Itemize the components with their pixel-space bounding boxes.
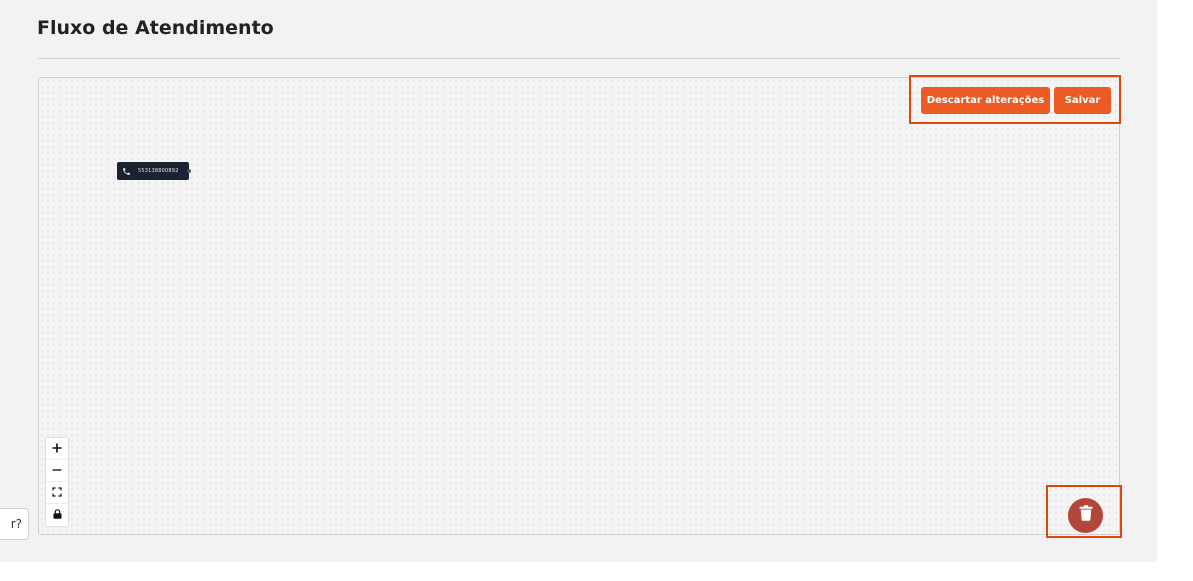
save-button[interactable]: Salvar [1054,87,1111,114]
app-container: Fluxo de Atendimento Descartar alteraçõe… [0,0,1157,562]
canvas-controls [46,438,68,526]
side-help-tab-text: r? [10,517,22,531]
zoom-out-button[interactable] [46,460,68,482]
lock-icon [53,506,62,524]
discard-changes-button[interactable]: Descartar alterações [921,87,1050,114]
zoom-out-icon [52,462,62,480]
delete-button[interactable] [1068,498,1103,533]
node-output-handle[interactable] [187,169,191,173]
fit-view-button[interactable] [46,482,68,504]
lock-button[interactable] [46,504,68,526]
trash-icon [1079,505,1093,526]
phone-icon [122,167,131,176]
flow-node-phone[interactable]: 553138800892 [117,162,191,180]
page-title: Fluxo de Atendimento [37,17,274,39]
zoom-in-button[interactable] [46,438,68,460]
node-phone-label: 553138800892 [138,168,179,174]
side-help-tab[interactable]: r? [0,508,29,540]
title-divider [38,58,1120,59]
flow-canvas[interactable] [38,77,1120,535]
zoom-in-icon [52,440,62,458]
fit-view-icon [52,484,62,502]
